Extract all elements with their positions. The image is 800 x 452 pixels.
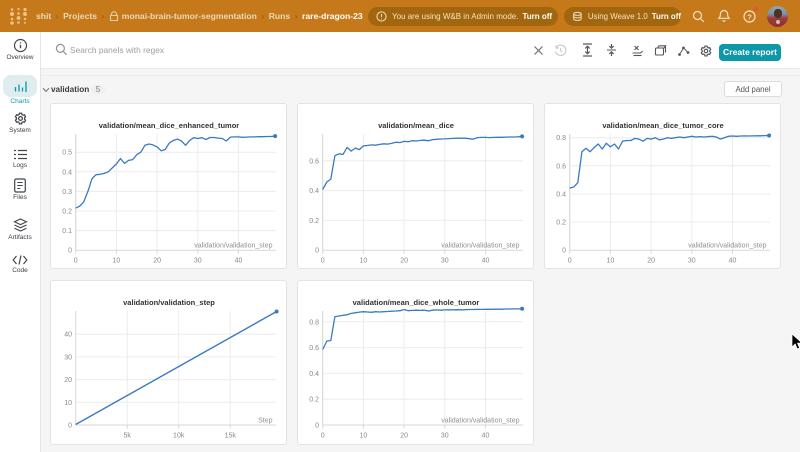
- svg-text:15k: 15k: [225, 432, 237, 439]
- svg-text:5k: 5k: [123, 432, 131, 439]
- svg-text:20: 20: [153, 257, 161, 264]
- svg-text:30: 30: [64, 354, 72, 361]
- svg-text:validation/mean_dice_enhanced_: validation/mean_dice_enhanced_tumor: [99, 121, 240, 130]
- svg-text:validation/validation_step: validation/validation_step: [441, 242, 519, 249]
- svg-text:0: 0: [315, 422, 319, 429]
- svg-text:validation/validation_step: validation/validation_step: [688, 242, 766, 249]
- svg-text:40: 40: [64, 331, 72, 338]
- svg-text:20: 20: [647, 257, 655, 264]
- svg-text:0.6: 0.6: [309, 345, 319, 352]
- svg-text:40: 40: [729, 257, 737, 264]
- svg-text:validation/mean_dice: validation/mean_dice: [378, 121, 454, 130]
- svg-text:0: 0: [315, 247, 319, 254]
- svg-text:validation/mean_dice_tumor_cor: validation/mean_dice_tumor_core: [602, 121, 723, 130]
- svg-text:0.2: 0.2: [556, 219, 566, 226]
- svg-text:validation/validation_step: validation/validation_step: [123, 298, 215, 307]
- svg-text:10: 10: [360, 432, 368, 439]
- svg-text:40: 40: [482, 257, 490, 264]
- svg-text:0.2: 0.2: [62, 208, 72, 215]
- svg-text:0.5: 0.5: [62, 149, 72, 156]
- svg-text:Step: Step: [258, 417, 273, 424]
- svg-text:0: 0: [68, 422, 72, 429]
- svg-text:0.8: 0.8: [309, 319, 319, 326]
- svg-text:40: 40: [482, 432, 490, 439]
- svg-text:0.2: 0.2: [309, 396, 319, 403]
- svg-text:0.4: 0.4: [309, 370, 319, 377]
- svg-text:10: 10: [64, 399, 72, 406]
- svg-text:0: 0: [321, 432, 325, 439]
- svg-text:20: 20: [400, 257, 408, 264]
- svg-text:validation/validation_step: validation/validation_step: [194, 242, 272, 249]
- svg-text:0.4: 0.4: [309, 188, 319, 195]
- svg-text:10: 10: [113, 257, 121, 264]
- svg-text:10: 10: [360, 257, 368, 264]
- svg-text:40: 40: [235, 257, 243, 264]
- svg-text:30: 30: [194, 257, 202, 264]
- svg-text:10: 10: [607, 257, 615, 264]
- svg-text:0: 0: [74, 257, 78, 264]
- svg-text:0: 0: [562, 247, 566, 254]
- svg-text:30: 30: [441, 257, 449, 264]
- svg-text:0: 0: [321, 257, 325, 264]
- svg-text:0.6: 0.6: [556, 163, 566, 170]
- svg-text:0.6: 0.6: [309, 158, 319, 165]
- svg-text:0.8: 0.8: [556, 135, 566, 142]
- svg-text:0: 0: [68, 247, 72, 254]
- svg-text:20: 20: [400, 432, 408, 439]
- svg-text:validation/validation_step: validation/validation_step: [441, 417, 519, 424]
- svg-text:0.4: 0.4: [556, 191, 566, 198]
- svg-text:0.1: 0.1: [62, 228, 72, 235]
- svg-text:0.2: 0.2: [309, 217, 319, 224]
- svg-text:10k: 10k: [173, 432, 185, 439]
- svg-text:0.3: 0.3: [62, 188, 72, 195]
- svg-text:validation/mean_dice_whole_tum: validation/mean_dice_whole_tumor: [353, 298, 480, 307]
- svg-text:20: 20: [64, 377, 72, 384]
- svg-text:30: 30: [688, 257, 696, 264]
- svg-text:?: ?: [747, 12, 752, 21]
- svg-text:30: 30: [441, 432, 449, 439]
- svg-text:0.4: 0.4: [62, 169, 72, 176]
- svg-text:0: 0: [568, 257, 572, 264]
